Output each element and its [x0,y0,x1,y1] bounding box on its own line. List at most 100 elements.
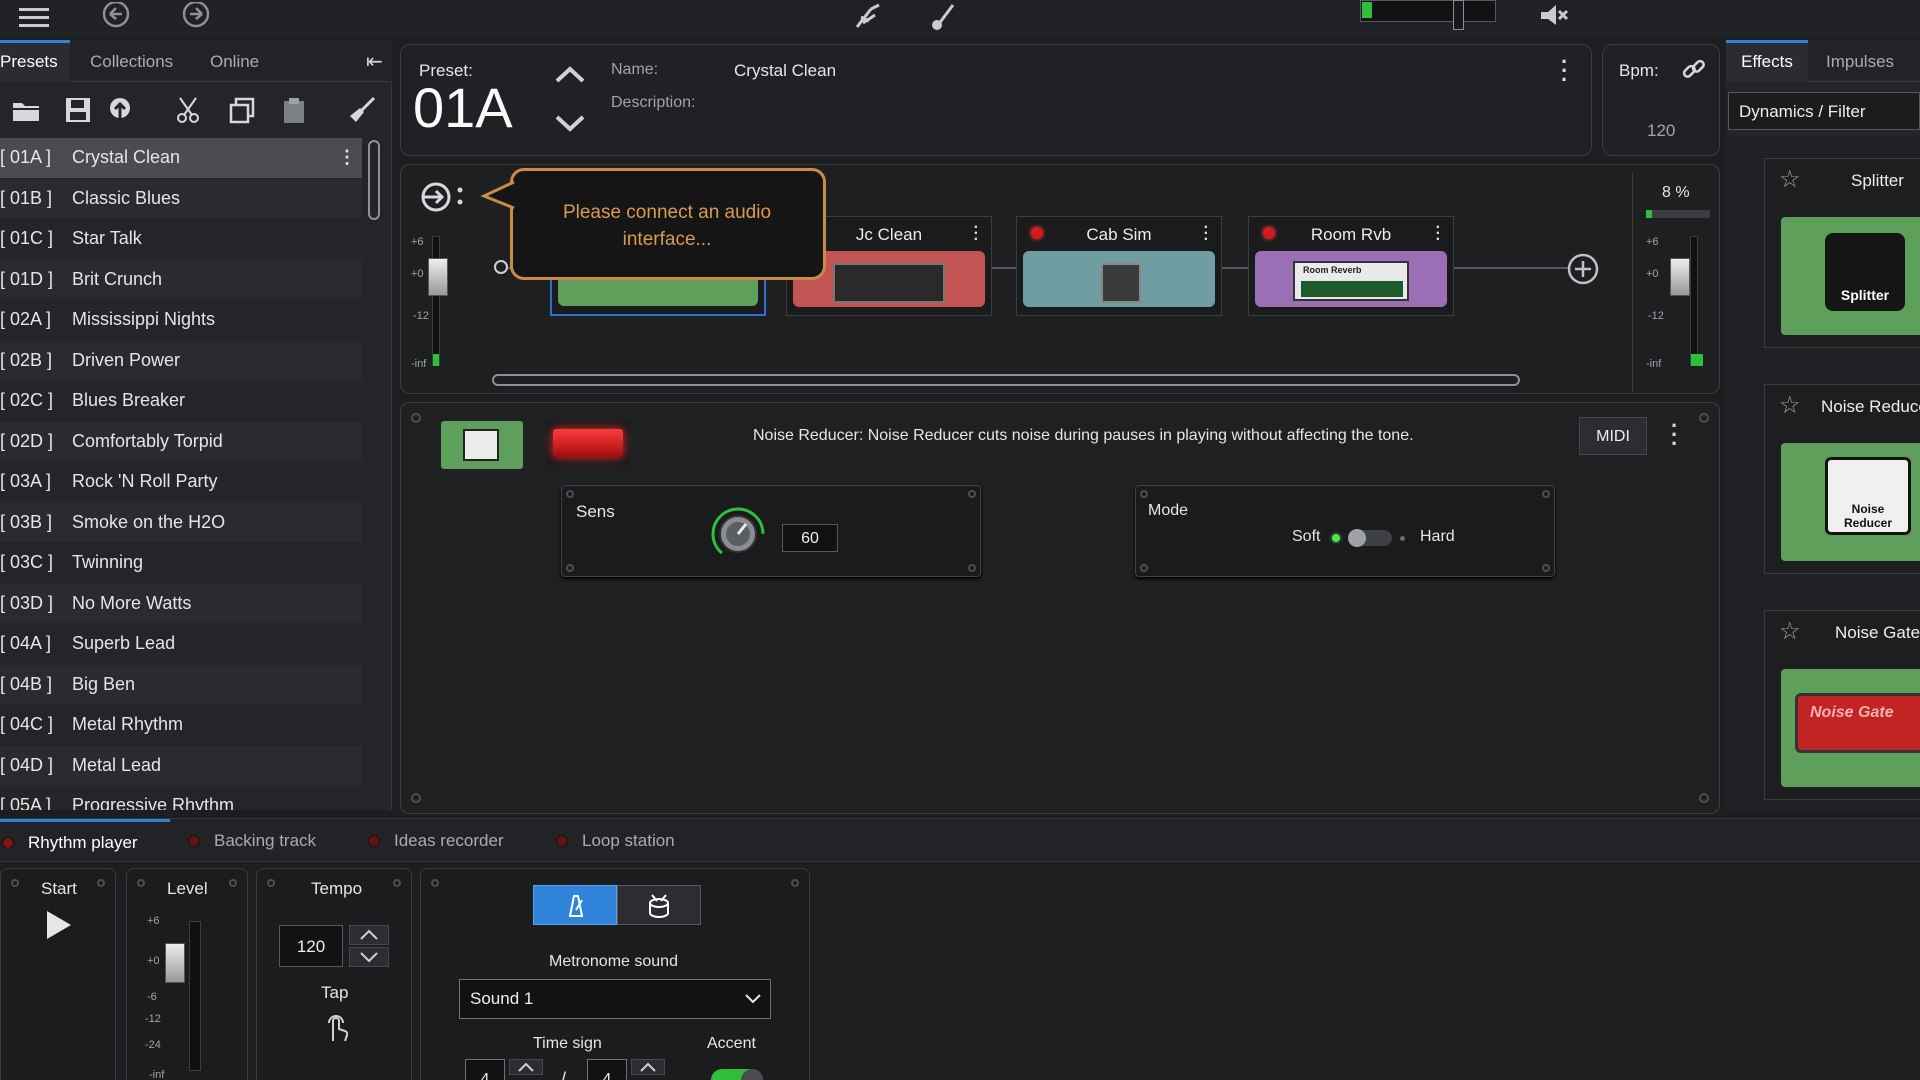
preset-row[interactable]: [ 04A ] Superb Lead [0,624,362,665]
master-volume-handle[interactable] [1453,0,1464,30]
sens-knob[interactable] [710,506,766,567]
hamburger-icon[interactable] [14,2,54,32]
bpm-value[interactable]: 120 [1647,121,1675,141]
tab-online[interactable]: Online [192,40,277,82]
speaker-mute-icon[interactable] [1534,2,1574,32]
reverb-badge: Room Reverb [1303,265,1362,275]
chain-scrollbar[interactable] [492,374,1520,386]
paste-icon[interactable] [274,90,314,130]
metronome-icon [568,895,584,917]
favorite-star-icon[interactable]: ☆ [1779,391,1801,420]
time-sign-denominator[interactable]: 4 [587,1059,627,1080]
effect-category-select[interactable]: Dynamics / Filter [1728,92,1920,130]
cut-icon[interactable] [168,90,208,130]
favorite-star-icon[interactable]: ☆ [1779,165,1801,194]
pedal-jc-clean-menu-icon[interactable]: · · · [974,220,979,248]
pedal-cab-sim[interactable]: Cab Sim · · · [1016,216,1222,316]
tap-hand-icon[interactable] [321,1011,351,1048]
effect-card-noise-reducer[interactable]: ☆ Noise Reducer Noise Reducer [1764,384,1920,574]
save-icon[interactable] [58,90,98,130]
preset-row[interactable]: [ 03D ] No More Watts [0,583,362,624]
collapse-panel-icon[interactable]: ⇤ [348,40,401,82]
tab-impulses[interactable]: Impulses [1826,40,1894,82]
metronome-mode-button[interactable] [533,885,617,925]
preset-row[interactable]: [ 03C ] Twinning [0,543,362,584]
tempo-up-button[interactable] [349,925,389,945]
input-scale-12: -12 [413,310,429,322]
preset-row[interactable]: [ 04B ] Big Ben [0,664,362,705]
pedal-room-rvb[interactable]: Room Rvb · · · Room Reverb [1248,216,1454,316]
preset-name: No More Watts [72,592,192,613]
clear-brush-icon[interactable] [342,90,382,130]
screw [411,413,421,423]
preset-name-field[interactable]: Crystal Clean [734,61,836,81]
redo-icon[interactable] [176,2,216,32]
input-routing-icon[interactable] [420,180,466,219]
link-icon[interactable] [1681,57,1707,88]
preset-row-menu-icon[interactable]: ⋮ [332,147,362,168]
tab-effects[interactable]: Effects [1726,40,1808,82]
denominator-up-button[interactable] [631,1059,665,1075]
sens-value-field[interactable]: 60 [782,524,838,552]
tab-ideas-recorder[interactable]: Ideas recorder [368,819,504,863]
preset-row[interactable]: [ 03A ] Rock 'N Roll Party [0,462,362,503]
preset-row[interactable]: [ 04C ] Metal Rhythm [0,705,362,746]
tab-rhythm-player[interactable]: Rhythm player [0,819,170,863]
accent-toggle[interactable] [711,1069,763,1080]
effect-bypass-switch[interactable] [547,421,629,465]
add-effect-icon[interactable] [1566,252,1600,291]
preset-down-icon[interactable] [553,113,587,140]
undo-icon[interactable] [96,2,136,32]
preset-row[interactable]: [ 02C ] Blues Breaker [0,381,362,422]
play-icon[interactable] [45,909,73,946]
preset-row[interactable]: [ 01C ] Star Talk [0,219,362,260]
tab-backing-track[interactable]: Backing track [188,819,316,863]
preset-list-scrollbar[interactable] [368,140,380,220]
tab-presets[interactable]: Presets [0,40,70,82]
open-folder-icon[interactable] [6,90,46,130]
preset-row[interactable]: [ 04D ] Metal Lead [0,745,362,786]
effect-card-noise-gate[interactable]: ☆ Noise Gate Noise Gate [1764,610,1920,800]
mode-toggle[interactable] [1348,529,1392,547]
tempo-value-field[interactable]: 120 [279,925,343,967]
effect-thumbnail [441,421,523,469]
preset-row[interactable]: [ 03B ] Smoke on the H2O [0,502,362,543]
midi-button[interactable]: MIDI [1579,417,1647,455]
guitar-icon[interactable] [924,2,964,32]
preset-row[interactable]: [ 02B ] Driven Power [0,340,362,381]
preset-row[interactable]: [ 01D ] Brit Crunch [0,259,362,300]
level-fader-handle[interactable] [165,943,185,983]
upload-cloud-icon[interactable] [100,90,140,130]
preset-row[interactable]: [ 01B ] Classic Blues [0,178,362,219]
time-sign-label: Time sign [533,1035,602,1052]
numerator-up-button[interactable] [509,1059,543,1075]
input-level-slider[interactable] [408,236,448,376]
preset-id: [ 02D ] [0,430,54,451]
output-level-slider[interactable] [1660,236,1703,376]
preset-row[interactable]: [ 05A ] Progressive Rhythm [0,786,362,810]
pedal-cab-sim-menu-icon[interactable]: · · · [1204,220,1209,248]
sound-select[interactable]: Sound 1 [459,979,771,1019]
copy-icon[interactable] [222,90,262,130]
drums-mode-button[interactable] [617,885,701,925]
preset-id: [ 05A ] [0,795,52,810]
metronome-sound-label: Metronome sound [549,953,678,970]
tempo-down-button[interactable] [349,947,389,967]
tab-loop-station[interactable]: Loop station [556,819,675,863]
preset-up-icon[interactable] [553,63,587,90]
pedal-room-rvb-menu-icon[interactable]: · · · [1436,220,1441,248]
effect-menu-icon[interactable]: · · · [1671,415,1678,455]
effect-card-splitter[interactable]: ☆ Splitter Splitter [1764,158,1920,348]
preset-name: Blues Breaker [72,390,186,411]
time-sign-numerator[interactable]: 4 [465,1059,505,1080]
tab-collections[interactable]: Collections [72,40,191,82]
preset-row[interactable]: [ 01A ] Crystal Clean ⋮ [0,138,362,179]
favorite-star-icon[interactable]: ☆ [1779,617,1801,646]
preset-row[interactable]: [ 02D ] Comfortably Torpid [0,421,362,462]
effect-card-title: Noise Reducer [1821,397,1920,416]
preset-row[interactable]: [ 02A ] Mississippi Nights [0,300,362,341]
output-meter [1360,0,1496,22]
preset-menu-icon[interactable]: · · · [1561,51,1568,91]
tuner-icon[interactable] [848,2,888,32]
preset-id: [ 03B ] [0,511,53,532]
